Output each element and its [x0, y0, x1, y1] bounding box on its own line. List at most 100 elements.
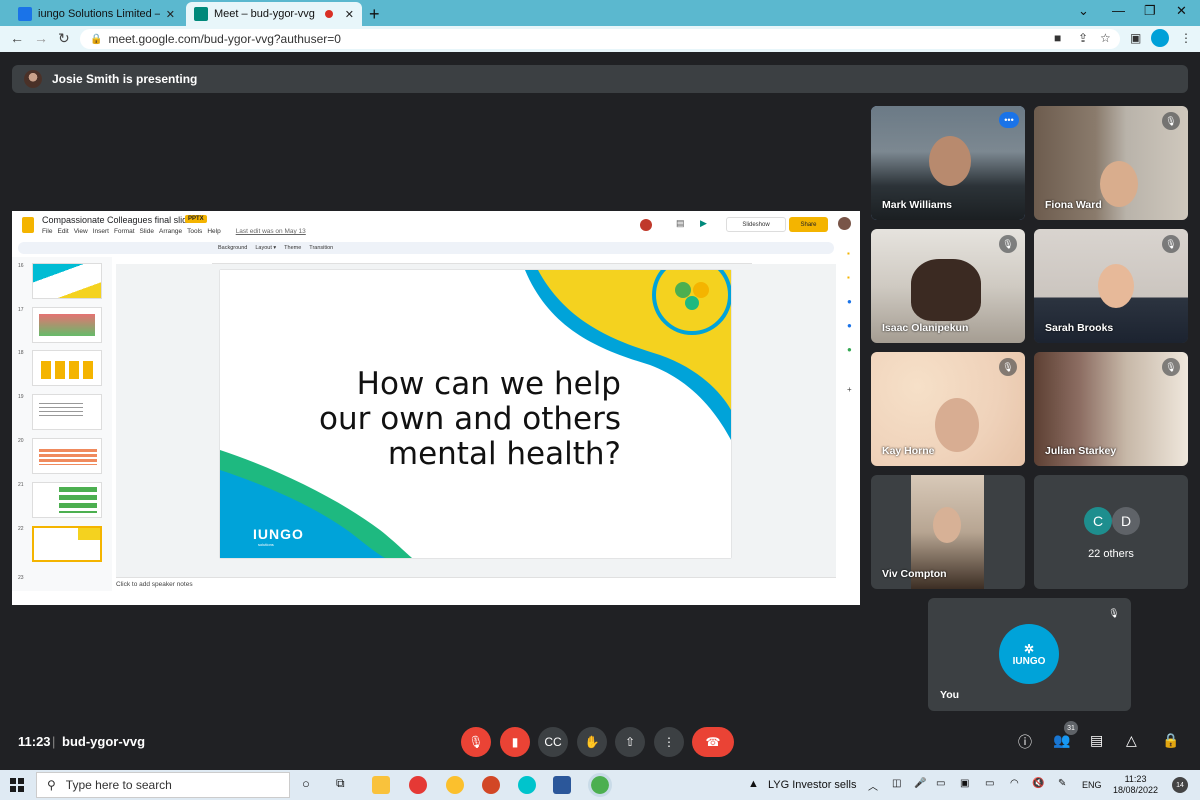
host-controls-icon[interactable]: 🔒	[1162, 732, 1179, 749]
stock-ticker-text[interactable]: LYG Investor sells	[768, 779, 856, 791]
collaborator-avatar	[640, 219, 652, 231]
participant-tile-isaac-olanipekun[interactable]: 🎙 Isaac Olanipekun	[871, 229, 1025, 343]
end-call-icon: ☎	[705, 735, 721, 749]
slide-thumbnail	[32, 394, 102, 430]
raise-hand-button[interactable]: ✋	[577, 727, 607, 757]
thumbnail-20: 20	[18, 438, 106, 478]
participant-count-badge: 31	[1064, 721, 1078, 735]
chrome-active-icon[interactable]	[588, 773, 612, 797]
tasks-icon: ▪	[847, 273, 850, 282]
self-avatar: ✲ IUNGO	[999, 624, 1059, 684]
new-tab-button[interactable]: +	[369, 4, 380, 25]
file-explorer-icon[interactable]	[372, 776, 390, 794]
tray-camera-icon[interactable]: ▣	[960, 778, 969, 789]
thumbnail-16: 16	[18, 263, 106, 303]
meeting-separator: |	[52, 734, 56, 749]
back-icon[interactable]: ←	[10, 30, 24, 46]
close-icon[interactable]: ✕	[345, 8, 354, 21]
participant-face	[935, 398, 979, 452]
tab-calendar[interactable]: iungo Solutions Limited – Calend ✕	[10, 2, 183, 26]
restore-icon[interactable]: ❐	[1144, 3, 1156, 19]
slide-number: 22	[18, 526, 24, 532]
language-indicator[interactable]: ENG	[1082, 780, 1102, 790]
toolbar-background: Background	[218, 245, 248, 251]
mic-off-icon: 🎙	[1162, 112, 1180, 130]
slides-menu: File Edit View Insert Format Slide Arran…	[42, 228, 306, 235]
participant-tile-viv-compton[interactable]: Viv Compton	[871, 475, 1025, 589]
present-button[interactable]: ⇧	[615, 727, 645, 757]
leave-call-button[interactable]: ☎	[692, 727, 734, 757]
minimize-icon[interactable]: —	[1112, 3, 1125, 18]
reload-icon[interactable]: ↻	[58, 30, 70, 47]
pen-icon[interactable]: ✎	[1058, 778, 1066, 789]
last-edit-link: Last edit was on May 13	[235, 228, 306, 235]
wifi-icon[interactable]: ◠	[1010, 778, 1019, 789]
camera-toggle-button[interactable]: ▮	[500, 727, 530, 757]
forward-icon[interactable]: →	[34, 30, 48, 46]
participant-tile-fiona-ward[interactable]: 🎙 Fiona Ward	[1034, 106, 1188, 220]
participant-tile-julian-starkey[interactable]: 🎙 Julian Starkey	[1034, 352, 1188, 466]
word-icon[interactable]	[553, 776, 571, 794]
task-view-icon[interactable]: ⧉	[336, 776, 345, 791]
activities-icon[interactable]: △	[1126, 732, 1137, 749]
mic-off-icon: 🎙	[468, 735, 484, 749]
slide-number: 17	[18, 307, 24, 313]
keep-icon: ▪	[847, 249, 850, 258]
self-tile[interactable]: 🎙 ✲ IUNGO You	[928, 598, 1131, 711]
chat-icon[interactable]: ▤	[1090, 732, 1103, 749]
contacts-icon: ●	[847, 321, 852, 330]
tray-mic-icon[interactable]: 🎤	[914, 778, 926, 789]
mic-toggle-button[interactable]: 🎙	[461, 727, 491, 757]
tab-meet[interactable]: Meet – bud-ygor-vvg ✕	[186, 2, 362, 26]
volume-muted-icon[interactable]: 🔇	[1032, 778, 1044, 789]
battery-icon[interactable]: ▭	[985, 778, 994, 789]
menu-icon[interactable]: ⋮	[1180, 31, 1192, 45]
canva-icon[interactable]	[518, 776, 536, 794]
more-options-button[interactable]: ⋮	[654, 727, 684, 757]
hand-icon: ✋	[584, 735, 600, 749]
tab-search-icon[interactable]: ⌄	[1078, 3, 1089, 19]
captions-button[interactable]: CC	[538, 727, 568, 757]
participant-tile-kay-horne[interactable]: 🎙 Kay Horne	[871, 352, 1025, 466]
toolbar-theme: Theme	[284, 245, 302, 251]
close-window-icon[interactable]: ✕	[1176, 3, 1187, 19]
tray-app-icon[interactable]: ◫	[892, 778, 901, 789]
chrome-icon[interactable]	[409, 776, 427, 794]
cortana-icon[interactable]: ○	[302, 776, 310, 791]
meeting-details-icon[interactable]: ⓘ	[1018, 732, 1032, 752]
notification-center-badge[interactable]: 14	[1172, 777, 1188, 793]
participant-tile-mark-williams[interactable]: ••• Mark Williams	[871, 106, 1025, 220]
toolbar-layout: Layout ▾	[255, 245, 277, 251]
menu-tools: Tools	[187, 228, 203, 235]
system-clock[interactable]: 11:23 18/08/2022	[1113, 774, 1158, 796]
powerpoint-icon[interactable]	[482, 776, 500, 794]
iungo-logo-icon: ✲	[1023, 641, 1035, 656]
slide-filmstrip: 16 17 18 19 20 21 22 23	[12, 257, 112, 591]
camera-icon[interactable]: ■	[1054, 31, 1061, 45]
comment-icon: ▤	[676, 218, 685, 228]
windows-start-icon[interactable]	[10, 778, 24, 792]
slides-header: Compassionate Colleagues final slides PP…	[12, 211, 860, 241]
chrome-canary-icon[interactable]	[446, 776, 464, 794]
url-field[interactable]: 🔒 meet.google.com/bud-ygor-vvg?authuser=…	[80, 29, 1120, 49]
more-options-icon[interactable]: •••	[999, 112, 1019, 128]
meet-present-icon: ▶	[700, 218, 707, 228]
meeting-code: bud-ygor-vvg	[62, 734, 146, 749]
others-tile[interactable]: C D 22 others	[1034, 475, 1188, 589]
menu-insert: Insert	[92, 228, 109, 235]
taskbar-search[interactable]: ⚲ Type here to search	[36, 772, 290, 798]
share-icon[interactable]: ⇪	[1078, 31, 1088, 45]
tray-expand-icon[interactable]: ︿	[868, 778, 878, 793]
close-icon[interactable]: ✕	[166, 8, 175, 21]
speaker-notes: Click to add speaker notes	[116, 577, 836, 595]
tab-title: iungo Solutions Limited – Calend	[38, 8, 160, 20]
tray-onedrive-icon[interactable]: ▭	[936, 778, 945, 789]
sidebar-icon[interactable]: ▣	[1130, 31, 1141, 45]
participant-tile-sarah-brooks[interactable]: 🎙 Sarah Brooks	[1034, 229, 1188, 343]
bookmark-star-icon[interactable]: ☆	[1100, 31, 1111, 45]
thumbnail-19: 19	[18, 394, 106, 434]
stock-widget-icon[interactable]: ▲	[748, 778, 759, 790]
profile-avatar[interactable]	[1151, 29, 1169, 47]
slide-title: How can we help our own and others menta…	[319, 366, 621, 472]
slide-thumbnail-selected	[32, 526, 102, 562]
